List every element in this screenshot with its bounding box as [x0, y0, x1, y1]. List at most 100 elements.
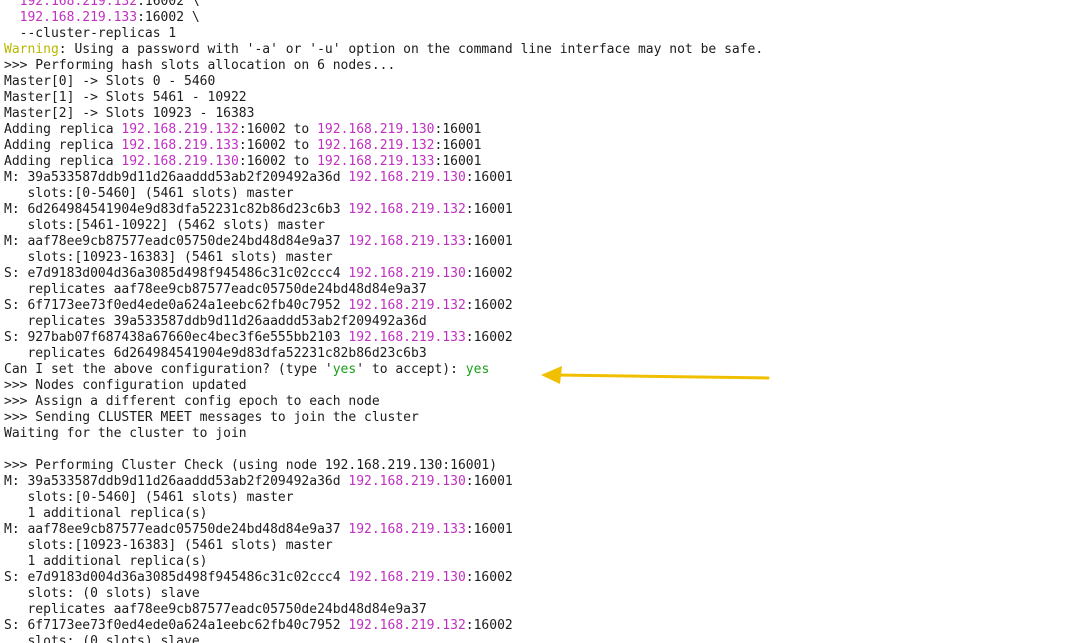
- terminal-line: >>> Performing Cluster Check (using node…: [4, 458, 763, 474]
- line-text: :16001: [465, 170, 513, 185]
- line-text: slots:[10923-16383] (5461 slots) master: [4, 250, 333, 265]
- terminal-window[interactable]: 192.168.219.132:16002 \ 192.168.219.133:…: [0, 0, 1081, 643]
- line-text: :16001: [465, 202, 513, 217]
- line-text: Adding replica: [4, 138, 122, 153]
- ip-address: 192.168.219.133: [348, 234, 466, 249]
- line-text: :16002 to: [238, 154, 318, 169]
- line-text: :16002 to: [238, 138, 318, 153]
- terminal-line: 1 additional replica(s): [4, 506, 763, 522]
- ip-address: 192.168.219.132: [348, 618, 466, 633]
- ip-address: 192.168.219.133: [348, 522, 466, 537]
- terminal-line: S: 6f7173ee73f0ed4ede0a624a1eebc62fb40c7…: [4, 618, 763, 634]
- terminal-line: Adding replica 192.168.219.132:16002 to …: [4, 122, 763, 138]
- line-text: S: e7d9183d004d36a3085d498f945486c31c02c…: [4, 266, 349, 281]
- line-text: >>> Performing hash slots allocation on …: [4, 58, 396, 73]
- warning-label: Warning: [4, 42, 59, 57]
- terminal-line: M: 6d264984541904e9d83dfa52231c82b86d23c…: [4, 202, 763, 218]
- terminal-line: replicates aaf78ee9cb87577eadc05750de24b…: [4, 602, 763, 618]
- ip-address: 192.168.219.132: [348, 202, 466, 217]
- line-text: Adding replica: [4, 154, 122, 169]
- terminal-output: 192.168.219.132:16002 \ 192.168.219.133:…: [4, 0, 763, 643]
- ip-address: 192.168.219.130: [121, 154, 239, 169]
- line-text: >>> Nodes configuration updated: [4, 378, 247, 393]
- line-text: : Using a password with '-a' or '-u' opt…: [58, 42, 764, 57]
- line-text: :16001: [465, 234, 513, 249]
- terminal-line: Master[2] -> Slots 10923 - 16383: [4, 106, 763, 122]
- terminal-line: 192.168.219.133:16002 \: [4, 10, 763, 26]
- terminal-line: slots:[0-5460] (5461 slots) master: [4, 186, 763, 202]
- line-text: :16002: [465, 330, 513, 345]
- ip-address: 192.168.219.133: [317, 154, 435, 169]
- line-text: M: 39a533587ddb9d11d26aaddd53ab2f209492a…: [4, 474, 349, 489]
- terminal-line: >>> Sending CLUSTER MEET messages to joi…: [4, 410, 763, 426]
- terminal-line: slots:[5461-10922] (5462 slots) master: [4, 218, 763, 234]
- terminal-line: Adding replica 192.168.219.130:16002 to …: [4, 154, 763, 170]
- line-text: >>> Performing Cluster Check (using node…: [4, 458, 498, 473]
- terminal-line: slots:[10923-16383] (5461 slots) master: [4, 538, 763, 554]
- yes-text: yes: [332, 362, 357, 377]
- terminal-line: M: aaf78ee9cb87577eadc05750de24bd48d84e9…: [4, 522, 763, 538]
- line-text: S: e7d9183d004d36a3085d498f945486c31c02c…: [4, 570, 349, 585]
- line-text: S: 6f7173ee73f0ed4ede0a624a1eebc62fb40c7…: [4, 618, 349, 633]
- ip-address: 192.168.219.133: [348, 330, 466, 345]
- line-text: --cluster-replicas 1: [4, 26, 177, 41]
- terminal-line: replicates 6d264984541904e9d83dfa52231c8…: [4, 346, 763, 362]
- line-text: :16002: [465, 570, 513, 585]
- line-text: :16001: [434, 122, 482, 137]
- terminal-line: Adding replica 192.168.219.133:16002 to …: [4, 138, 763, 154]
- terminal-line: --cluster-replicas 1: [4, 26, 763, 42]
- terminal-line: >>> Performing hash slots allocation on …: [4, 58, 763, 74]
- ip-address: 192.168.219.133: [121, 138, 239, 153]
- ip-address: 192.168.219.130: [348, 570, 466, 585]
- line-text: ' to accept):: [356, 362, 466, 377]
- line-text: replicates aaf78ee9cb87577eadc05750de24b…: [4, 282, 427, 297]
- terminal-line: Master[0] -> Slots 0 - 5460: [4, 74, 763, 90]
- ip-address: 192.168.219.132: [348, 298, 466, 313]
- ip-address: 192.168.219.132: [317, 138, 435, 153]
- line-text: Master[0] -> Slots 0 - 5460: [4, 74, 216, 89]
- ip-address: 192.168.219.132: [121, 122, 239, 137]
- line-text: [4, 0, 20, 9]
- line-text: M: 39a533587ddb9d11d26aaddd53ab2f209492a…: [4, 170, 349, 185]
- terminal-line: >>> Nodes configuration updated: [4, 378, 763, 394]
- line-text: >>> Sending CLUSTER MEET messages to joi…: [4, 410, 419, 425]
- line-text: S: 927bab07f687438a67660ec4bec3f6e555bb2…: [4, 330, 349, 345]
- line-text: :16001: [434, 138, 482, 153]
- terminal-line: 1 additional replica(s): [4, 554, 763, 570]
- line-text: slots: (0 slots) slave: [4, 634, 200, 643]
- yes-text: yes: [465, 362, 490, 377]
- line-text: slots:[0-5460] (5461 slots) master: [4, 186, 294, 201]
- terminal-line: slots: (0 slots) slave: [4, 634, 763, 643]
- terminal-line: S: e7d9183d004d36a3085d498f945486c31c02c…: [4, 266, 763, 282]
- line-text: :16002 to: [238, 122, 318, 137]
- line-text: :16001: [465, 522, 513, 537]
- line-text: slots:[10923-16383] (5461 slots) master: [4, 538, 333, 553]
- ip-address: 192.168.219.133: [19, 10, 138, 25]
- line-text: Master[2] -> Slots 10923 - 16383: [4, 106, 255, 121]
- terminal-line: >>> Assign a different config epoch to e…: [4, 394, 763, 410]
- line-text: slots:[5461-10922] (5462 slots) master: [4, 218, 325, 233]
- terminal-line: S: 927bab07f687438a67660ec4bec3f6e555bb2…: [4, 330, 763, 346]
- line-text: slots:[0-5460] (5461 slots) master: [4, 490, 294, 505]
- line-text: Master[1] -> Slots 5461 - 10922: [4, 90, 247, 105]
- line-text: replicates 6d264984541904e9d83dfa52231c8…: [4, 346, 427, 361]
- line-text: S: 6f7173ee73f0ed4ede0a624a1eebc62fb40c7…: [4, 298, 349, 313]
- ip-address: 192.168.219.130: [317, 122, 435, 137]
- line-text: replicates aaf78ee9cb87577eadc05750de24b…: [4, 602, 427, 617]
- line-text: M: aaf78ee9cb87577eadc05750de24bd48d84e9…: [4, 234, 349, 249]
- line-text: :16002 \: [137, 10, 200, 25]
- line-text: 1 additional replica(s): [4, 554, 208, 569]
- line-text: M: 6d264984541904e9d83dfa52231c82b86d23c…: [4, 202, 349, 217]
- line-text: replicates 39a533587ddb9d11d26aaddd53ab2…: [4, 314, 427, 329]
- terminal-line: Waiting for the cluster to join: [4, 426, 763, 442]
- terminal-line: M: 39a533587ddb9d11d26aaddd53ab2f209492a…: [4, 170, 763, 186]
- ip-address: 192.168.219.130: [348, 170, 466, 185]
- line-text: slots: (0 slots) slave: [4, 586, 200, 601]
- ip-address: 192.168.219.132: [19, 0, 138, 9]
- terminal-line: 192.168.219.132:16002 \: [4, 0, 763, 10]
- terminal-line: Can I set the above configuration? (type…: [4, 362, 763, 378]
- terminal-line: replicates aaf78ee9cb87577eadc05750de24b…: [4, 282, 763, 298]
- line-text: :16001: [434, 154, 482, 169]
- line-text: :16002 \: [137, 0, 200, 9]
- line-text: [4, 10, 20, 25]
